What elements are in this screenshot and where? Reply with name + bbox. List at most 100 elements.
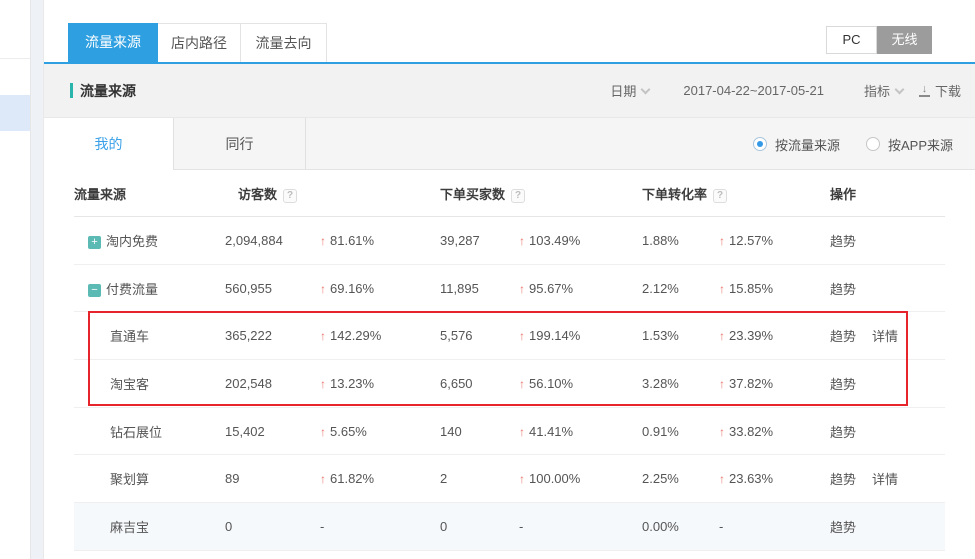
buyers-delta: 95.67% bbox=[529, 281, 573, 296]
trend-link[interactable]: 趋势 bbox=[830, 329, 856, 344]
detail-link[interactable]: 详情 bbox=[872, 329, 898, 344]
date-dropdown[interactable]: 日期 bbox=[610, 81, 649, 100]
buyers-value: 0 bbox=[440, 519, 519, 534]
download-icon: ↓ bbox=[919, 85, 930, 97]
table-row: +淘内免费 2,094,884 ↑81.61% 39,287 ↑103.49% … bbox=[74, 217, 945, 265]
conversion-delta: - bbox=[719, 519, 723, 534]
date-range: 2017-04-22~2017-05-21 bbox=[683, 83, 824, 98]
source-name: 钻石展位 bbox=[74, 422, 225, 441]
visitors-delta: 5.65% bbox=[330, 424, 367, 439]
section-toolbar: 流量来源 日期 2017-04-22~2017-05-21 指标 ↓ bbox=[44, 64, 975, 117]
visitors-delta: - bbox=[320, 519, 324, 534]
visitors-delta: 61.82% bbox=[330, 471, 374, 486]
table-row: −付费流量 560,955 ↑69.16% 11,895 ↑95.67% 2.1… bbox=[74, 265, 945, 313]
up-arrow-icon: ↑ bbox=[320, 377, 326, 391]
radio-by-traffic-source[interactable]: 按流量来源 bbox=[753, 135, 840, 154]
device-toggle: PC 无线 bbox=[826, 26, 932, 54]
tab-traffic-outflow[interactable]: 流量去向 bbox=[241, 23, 327, 62]
download-label: 下载 bbox=[935, 81, 961, 100]
help-icon[interactable]: ? bbox=[713, 189, 727, 203]
conversion-value: 2.12% bbox=[642, 281, 719, 296]
header-visitors: 访客数? bbox=[225, 184, 320, 203]
table-header-row: 流量来源 访客数? 下单买家数? 下单转化率? 操作 bbox=[74, 170, 945, 217]
visitors-value: 2,094,884 bbox=[225, 233, 320, 248]
visitors-delta: 13.23% bbox=[330, 376, 374, 391]
table-row: 钻石展位 15,402 ↑5.65% 140 ↑41.41% 0.91% ↑33… bbox=[74, 408, 945, 456]
up-arrow-icon: ↑ bbox=[519, 234, 525, 248]
sidebar-divider bbox=[0, 58, 30, 59]
up-arrow-icon: ↑ bbox=[519, 329, 525, 343]
tab-store-path[interactable]: 店内路径 bbox=[158, 23, 241, 62]
table-row: 直通车 365,222 ↑142.29% 5,576 ↑199.14% 1.53… bbox=[74, 312, 945, 360]
trend-link[interactable]: 趋势 bbox=[830, 425, 856, 440]
tab-traffic-source[interactable]: 流量来源 bbox=[68, 23, 158, 62]
radio-label: 按流量来源 bbox=[775, 135, 840, 154]
date-dropdown-label: 日期 bbox=[610, 81, 636, 100]
conversion-delta: 23.39% bbox=[729, 328, 773, 343]
up-arrow-icon: ↑ bbox=[719, 472, 725, 486]
up-arrow-icon: ↑ bbox=[719, 425, 725, 439]
page-title: 流量来源 bbox=[80, 81, 136, 101]
up-arrow-icon: ↑ bbox=[320, 472, 326, 486]
wireless-button[interactable]: 无线 bbox=[877, 26, 932, 54]
buyers-value: 6,650 bbox=[440, 376, 519, 391]
tab-mine[interactable]: 我的 bbox=[44, 118, 174, 170]
trend-link[interactable]: 趋势 bbox=[830, 377, 856, 392]
header-source: 流量来源 bbox=[74, 184, 225, 203]
source-radio-group: 按流量来源 按APP来源 bbox=[753, 118, 975, 170]
up-arrow-icon: ↑ bbox=[719, 329, 725, 343]
visitors-value: 89 bbox=[225, 471, 320, 486]
buyers-delta: 199.14% bbox=[529, 328, 580, 343]
conversion-value: 0.91% bbox=[642, 424, 719, 439]
help-icon[interactable]: ? bbox=[511, 189, 525, 203]
radio-icon bbox=[753, 137, 767, 151]
download-button[interactable]: ↓ 下载 bbox=[919, 81, 961, 100]
radio-by-app-source[interactable]: 按APP来源 bbox=[866, 135, 953, 154]
trend-link[interactable]: 趋势 bbox=[830, 472, 856, 487]
conversion-delta: 37.82% bbox=[729, 376, 773, 391]
conversion-value: 1.88% bbox=[642, 233, 719, 248]
trend-link[interactable]: 趋势 bbox=[830, 520, 856, 535]
buyers-value: 2 bbox=[440, 471, 519, 486]
expand-icon[interactable]: + bbox=[88, 236, 101, 249]
conversion-delta: 12.57% bbox=[729, 233, 773, 248]
section-title-group: 流量来源 bbox=[70, 81, 136, 101]
chevron-down-icon bbox=[641, 84, 651, 94]
up-arrow-icon: ↑ bbox=[320, 329, 326, 343]
buyers-delta: 103.49% bbox=[529, 233, 580, 248]
visitors-delta: 81.61% bbox=[330, 233, 374, 248]
title-marker bbox=[70, 83, 73, 98]
collapse-icon[interactable]: − bbox=[88, 284, 101, 297]
tab-peers[interactable]: 同行 bbox=[174, 118, 306, 170]
chevron-down-icon bbox=[895, 84, 905, 94]
metrics-dropdown-label: 指标 bbox=[864, 81, 890, 100]
up-arrow-icon: ↑ bbox=[519, 377, 525, 391]
table-row: 麻吉宝 0 - 0 - 0.00% - 趋势 bbox=[74, 503, 945, 551]
metrics-dropdown[interactable]: 指标 bbox=[864, 81, 903, 100]
up-arrow-icon: ↑ bbox=[320, 425, 326, 439]
up-arrow-icon: ↑ bbox=[519, 425, 525, 439]
up-arrow-icon: ↑ bbox=[519, 282, 525, 296]
trend-link[interactable]: 趋势 bbox=[830, 234, 856, 249]
detail-link[interactable]: 详情 bbox=[872, 472, 898, 487]
conversion-delta: 33.82% bbox=[729, 424, 773, 439]
buyers-value: 5,576 bbox=[440, 328, 519, 343]
header-actions: 操作 bbox=[830, 184, 945, 203]
visitors-value: 560,955 bbox=[225, 281, 320, 296]
source-name: 直通车 bbox=[74, 326, 225, 345]
sidebar-gap-strip bbox=[30, 0, 44, 559]
conversion-delta: 23.63% bbox=[729, 471, 773, 486]
source-name: 付费流量 bbox=[106, 282, 158, 297]
conversion-value: 0.00% bbox=[642, 519, 719, 534]
source-name: 麻吉宝 bbox=[74, 517, 225, 536]
main-panel: 流量来源 店内路径 流量去向 PC 无线 流量来源 日期 2017-04-22~… bbox=[44, 0, 975, 559]
trend-link[interactable]: 趋势 bbox=[830, 282, 856, 297]
help-icon[interactable]: ? bbox=[283, 189, 297, 203]
visitors-delta: 142.29% bbox=[330, 328, 381, 343]
radio-icon bbox=[866, 137, 880, 151]
visitors-delta: 69.16% bbox=[330, 281, 374, 296]
buyers-value: 11,895 bbox=[440, 281, 519, 296]
pc-button[interactable]: PC bbox=[826, 26, 877, 54]
sidebar-selected-item[interactable] bbox=[0, 95, 30, 131]
visitors-value: 15,402 bbox=[225, 424, 320, 439]
